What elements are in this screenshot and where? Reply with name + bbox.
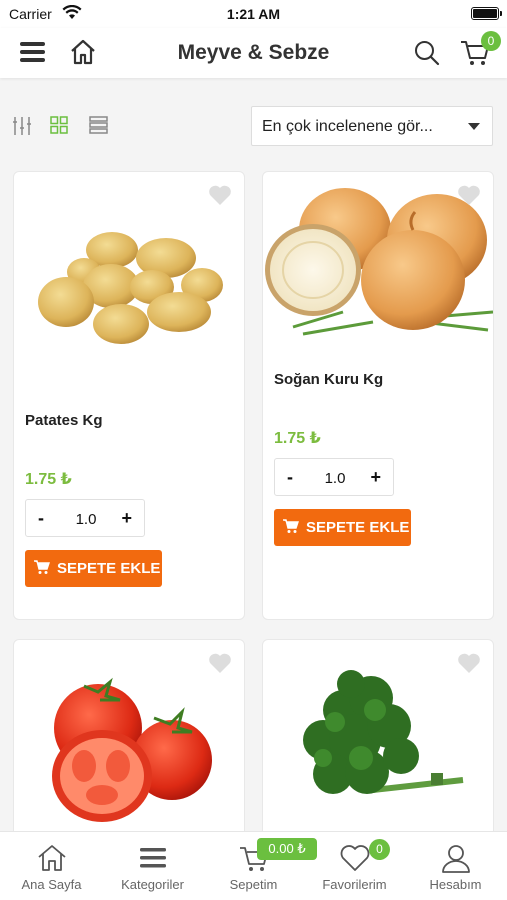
favorites-count-badge: 0 [369, 839, 390, 860]
heart-icon[interactable] [457, 652, 481, 679]
grid-view-icon[interactable] [50, 116, 68, 139]
tab-favorites[interactable]: Favorilerim [304, 832, 405, 900]
filter-icon[interactable] [12, 116, 32, 141]
menu-icon[interactable] [20, 42, 45, 62]
quantity-stepper: - 1.0 + [25, 499, 145, 537]
cart-count-badge: 0 [481, 31, 501, 51]
menu-icon [102, 842, 203, 874]
sort-value: En çok incelenene gör... [262, 118, 433, 135]
product-name[interactable]: Soğan Kuru Kg [274, 371, 383, 388]
search-icon[interactable] [413, 39, 441, 72]
cart-icon [283, 519, 299, 538]
tab-label: Sepetim [229, 877, 278, 892]
add-to-cart-button[interactable]: SEPETE EKLE [274, 509, 411, 546]
heart-icon[interactable] [208, 184, 232, 211]
list-view-icon[interactable] [89, 116, 108, 139]
increase-button[interactable]: + [370, 467, 381, 488]
product-card[interactable]: Patates Kg 1.75 ₺ - 1.0 + SEPETE EKLE [13, 171, 245, 620]
status-bar: Carrier 1:21 AM [0, 0, 507, 28]
tab-label: Kategoriler [121, 877, 184, 892]
clock: 1:21 AM [226, 6, 281, 22]
tab-label: Hesabım [429, 877, 482, 892]
sort-dropdown[interactable]: En çok incelenene gör... [251, 106, 493, 146]
battery-icon [471, 7, 502, 20]
add-to-cart-label: SEPETE EKLE [306, 519, 410, 536]
tab-home[interactable]: Ana Sayfa [1, 832, 102, 900]
bottom-tab-bar: Ana Sayfa Kategoriler Sepetim Favorileri… [0, 831, 507, 900]
quantity-stepper: - 1.0 + [274, 458, 394, 496]
product-price: 1.75 ₺ [25, 471, 72, 488]
chevron-down-icon [468, 123, 480, 130]
heart-icon[interactable] [457, 184, 481, 211]
product-price: 1.75 ₺ [274, 430, 321, 447]
top-header: Meyve & Sebze 0 [0, 28, 507, 78]
tab-account[interactable]: Hesabım [405, 832, 506, 900]
heart-icon[interactable] [208, 652, 232, 679]
cart-icon [34, 560, 50, 579]
user-icon [405, 842, 506, 874]
basket-total-badge: 0.00 ₺ [257, 838, 317, 860]
product-name[interactable]: Patates Kg [25, 412, 103, 429]
tab-label: Ana Sayfa [21, 877, 82, 892]
add-to-cart-button[interactable]: SEPETE EKLE [25, 550, 162, 587]
tab-label: Favorilerim [322, 877, 387, 892]
add-to-cart-label: SEPETE EKLE [57, 560, 161, 577]
tab-categories[interactable]: Kategoriler [102, 832, 203, 900]
product-card[interactable]: Soğan Kuru Kg 1.75 ₺ - 1.0 + SEPETE EKLE [262, 171, 494, 620]
home-icon[interactable] [68, 37, 98, 72]
increase-button[interactable]: + [121, 508, 132, 529]
home-icon [1, 842, 102, 874]
